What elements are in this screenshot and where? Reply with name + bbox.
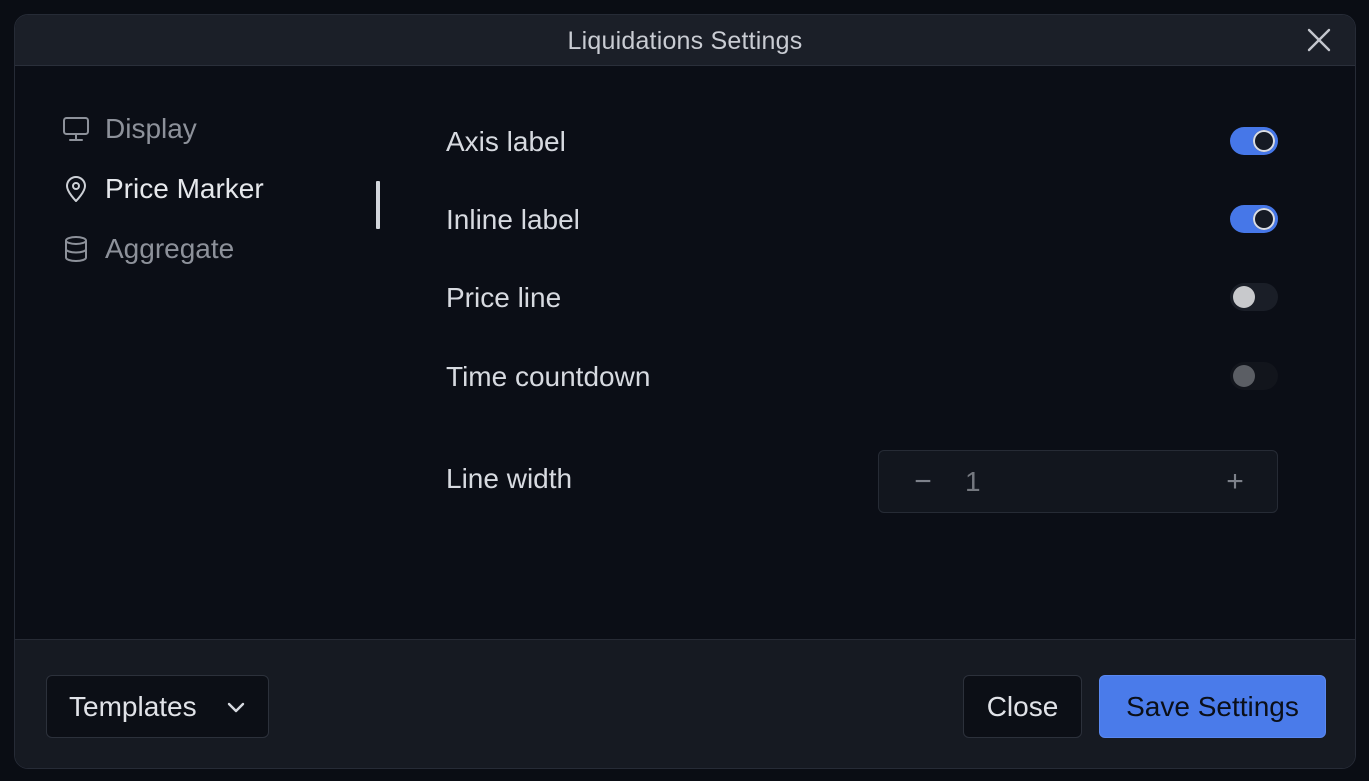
title-bar: Liquidations Settings — [15, 15, 1355, 66]
templates-label: Templates — [69, 690, 197, 722]
save-settings-button[interactable]: Save Settings — [1099, 675, 1326, 738]
decrement-button[interactable]: − — [903, 463, 943, 501]
liquidations-settings-dialog: Liquidations Settings Display Price Mark… — [14, 14, 1356, 769]
axis-label-label: Axis label — [446, 126, 566, 157]
inline-label-label: Inline label — [446, 204, 580, 235]
toggle-knob — [1253, 208, 1275, 230]
monitor-icon — [61, 114, 91, 144]
setting-row-time-countdown: Time countdown — [446, 356, 1278, 396]
sidebar-item-aggregate[interactable]: Aggregate — [61, 229, 234, 269]
setting-row-axis-label: Axis label — [446, 121, 1278, 161]
setting-row-inline-label: Inline label — [446, 199, 1278, 239]
increment-button[interactable]: + — [1215, 463, 1255, 501]
time-countdown-toggle[interactable] — [1230, 362, 1278, 390]
dialog-footer: Templates Close Save Settings — [15, 639, 1355, 768]
time-countdown-label: Time countdown — [446, 361, 651, 392]
active-tab-indicator — [376, 181, 380, 229]
templates-dropdown-button[interactable]: Templates — [46, 675, 269, 738]
sidebar-item-label: Display — [105, 113, 197, 144]
sidebar-item-price-marker[interactable]: Price Marker — [61, 169, 264, 209]
setting-row-price-line: Price line — [446, 277, 1278, 317]
sidebar-item-label: Price Marker — [105, 173, 264, 204]
inline-label-toggle[interactable] — [1230, 205, 1278, 233]
dialog-title: Liquidations Settings — [567, 27, 803, 55]
price-marker-panel: Axis label Inline label Price line Time … — [446, 66, 1278, 639]
chevron-down-icon — [224, 694, 248, 718]
close-icon[interactable] — [1305, 26, 1333, 54]
setting-row-line-width: Line width − 1 + — [446, 450, 1278, 513]
price-line-label: Price line — [446, 282, 562, 313]
toggle-knob — [1253, 130, 1275, 152]
sidebar-item-display[interactable]: Display — [61, 109, 197, 149]
database-icon — [61, 234, 91, 264]
sidebar-item-label: Aggregate — [105, 233, 235, 264]
axis-label-toggle[interactable] — [1230, 127, 1278, 155]
toggle-knob — [1233, 365, 1255, 387]
line-width-value[interactable]: 1 — [965, 466, 981, 498]
settings-sidebar: Display Price Marker Aggregate — [15, 66, 385, 639]
map-pin-icon — [61, 174, 91, 204]
line-width-stepper[interactable]: − 1 + — [878, 450, 1278, 513]
price-line-toggle[interactable] — [1230, 283, 1278, 311]
close-button[interactable]: Close — [963, 675, 1082, 738]
toggle-knob — [1233, 286, 1255, 308]
line-width-label: Line width — [446, 463, 573, 494]
